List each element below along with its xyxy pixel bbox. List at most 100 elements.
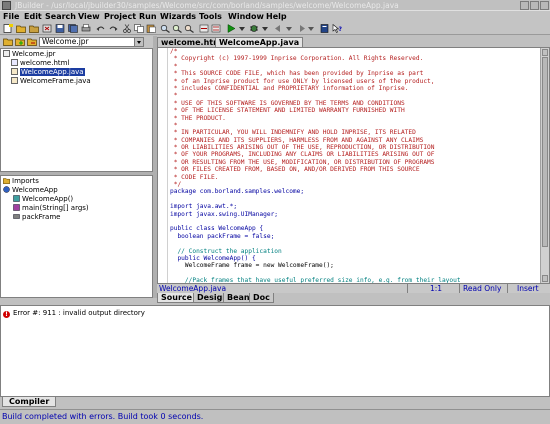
- scroll-thumb[interactable]: [542, 57, 548, 247]
- add-to-project-icon[interactable]: [15, 37, 25, 46]
- code-line[interactable]: * includes CONFIDENTIAL and PROPRIETARY …: [170, 85, 538, 92]
- menu-wizards[interactable]: Wizards: [160, 12, 196, 21]
- editor-gutter[interactable]: [158, 48, 168, 283]
- code-line[interactable]: //Pack frames that have useful preferred…: [170, 277, 538, 283]
- code-line[interactable]: import javax.swing.UIManager;: [170, 211, 538, 218]
- cut-icon[interactable]: [122, 24, 132, 33]
- structure-item-class[interactable]: WelcomeApp: [3, 186, 58, 195]
- close-icon[interactable]: [540, 1, 549, 10]
- code-line[interactable]: public class WelcomeApp {: [170, 225, 538, 232]
- tab-welcomeapp-java[interactable]: WelcomeApp.java: [215, 37, 304, 47]
- message-pane: ! Error #: 911 : invalid output directory: [0, 305, 550, 397]
- menu-project[interactable]: Project: [104, 12, 136, 21]
- app-icon[interactable]: [2, 1, 11, 10]
- find-again-icon[interactable]: [172, 24, 182, 33]
- code-line[interactable]: boolean packFrame = false;: [170, 233, 538, 240]
- paste-icon[interactable]: [146, 24, 156, 33]
- code-line[interactable]: [170, 240, 538, 247]
- debug-dropdown-icon[interactable]: [260, 24, 270, 33]
- project-selector[interactable]: Welcome.jpr: [39, 37, 144, 47]
- make-icon[interactable]: [199, 24, 209, 33]
- forward-icon[interactable]: [296, 24, 306, 33]
- maximize-icon[interactable]: [530, 1, 539, 10]
- forward-dropdown-icon[interactable]: [306, 24, 316, 33]
- context-help-icon[interactable]: ?: [332, 24, 342, 33]
- tree-item-welcomeapp-java[interactable]: WelcomeApp.java: [11, 68, 85, 77]
- open-project-icon[interactable]: [16, 24, 26, 33]
- tab-source[interactable]: Source: [157, 293, 197, 303]
- code-line[interactable]: public WelcomeApp() {: [170, 255, 538, 262]
- code-line[interactable]: * OF YOUR PROGRAMS, INCLUDING ANY CLAIMS…: [170, 151, 538, 158]
- menu-file[interactable]: File: [3, 12, 19, 21]
- rebuild-icon[interactable]: [211, 24, 221, 33]
- code-line[interactable]: * CODE FILE.: [170, 174, 538, 181]
- minimize-icon[interactable]: [520, 1, 529, 10]
- code-line[interactable]: WelcomeFrame frame = new WelcomeFrame();: [170, 262, 538, 269]
- structure-item-constructor[interactable]: WelcomeApp(): [13, 195, 73, 204]
- code-line[interactable]: * USE OF THIS SOFTWARE IS GOVERNED BY TH…: [170, 100, 538, 107]
- code-line[interactable]: // Construct the application: [170, 248, 538, 255]
- code-line[interactable]: [170, 218, 538, 225]
- code-line[interactable]: */: [170, 181, 538, 188]
- debug-icon[interactable]: [249, 24, 259, 33]
- replace-icon[interactable]: [184, 24, 194, 33]
- code-line[interactable]: * Copyright (c) 1997-1999 Inprise Corpor…: [170, 55, 538, 62]
- remove-from-project-icon[interactable]: [27, 37, 37, 46]
- reopen-icon[interactable]: [29, 24, 39, 33]
- save-icon[interactable]: [55, 24, 65, 33]
- close-file-icon[interactable]: [42, 24, 52, 33]
- copy-icon[interactable]: [134, 24, 144, 33]
- code-line[interactable]: * THE PRODUCT.: [170, 115, 538, 122]
- structure-item-field[interactable]: packFrame: [13, 213, 60, 222]
- code-line[interactable]: * OR RESULTING FROM THE USE, MODIFICATIO…: [170, 159, 538, 166]
- tree-item-welcomeframe-java[interactable]: WelcomeFrame.java: [11, 77, 91, 86]
- new-icon[interactable]: [3, 24, 13, 33]
- back-dropdown-icon[interactable]: [284, 24, 294, 33]
- code-line[interactable]: [170, 270, 538, 277]
- code-line[interactable]: * COMPANIES AND ITS SUPPLIERS, HARMLESS …: [170, 137, 538, 144]
- code-line[interactable]: *: [170, 63, 538, 70]
- code-line[interactable]: * OR LIABILITIES ARISING OUT OF THE USE,…: [170, 144, 538, 151]
- code-area[interactable]: /* * Copyright (c) 1997-1999 Inprise Cor…: [170, 48, 538, 283]
- menu-tools[interactable]: Tools: [199, 12, 222, 21]
- help-topics-icon[interactable]: [320, 24, 330, 33]
- vertical-scrollbar[interactable]: [540, 48, 549, 283]
- code-line[interactable]: [170, 196, 538, 203]
- scroll-down-icon[interactable]: [542, 275, 548, 282]
- run-icon[interactable]: [226, 24, 236, 33]
- code-line[interactable]: /*: [170, 48, 538, 55]
- code-line[interactable]: * IN PARTICULAR, YOU WILL INDEMNIFY AND …: [170, 129, 538, 136]
- code-line[interactable]: *: [170, 122, 538, 129]
- redo-icon[interactable]: [108, 24, 118, 33]
- message-error[interactable]: ! Error #: 911 : invalid output directory: [3, 309, 145, 318]
- menu-window[interactable]: Window: [228, 12, 264, 21]
- menu-edit[interactable]: Edit: [24, 12, 42, 21]
- tree-item-project[interactable]: Welcome.jpr: [3, 50, 56, 59]
- code-line[interactable]: *: [170, 92, 538, 99]
- back-icon[interactable]: [274, 24, 284, 33]
- save-all-icon[interactable]: [68, 24, 78, 33]
- chevron-down-icon[interactable]: [134, 38, 143, 46]
- code-line[interactable]: import java.awt.*;: [170, 203, 538, 210]
- undo-icon[interactable]: [96, 24, 106, 33]
- menu-run[interactable]: Run: [139, 12, 157, 21]
- scroll-up-icon[interactable]: [542, 49, 548, 56]
- structure-item-imports[interactable]: Imports: [3, 177, 39, 186]
- code-line[interactable]: * This SOURCE CODE FILE, which has been …: [170, 70, 538, 77]
- code-editor[interactable]: /* * Copyright (c) 1997-1999 Inprise Cor…: [157, 47, 550, 284]
- print-icon[interactable]: [81, 24, 91, 33]
- menu-view[interactable]: View: [78, 12, 100, 21]
- code-line[interactable]: * OR FILES CREATED FROM, BASED ON, AND/O…: [170, 166, 538, 173]
- open-folder-icon[interactable]: [3, 37, 13, 46]
- tab-doc[interactable]: Doc: [249, 293, 274, 303]
- tree-item-welcome-html[interactable]: welcome.html: [11, 59, 69, 68]
- code-line[interactable]: package com.borland.samples.welcome;: [170, 188, 538, 195]
- code-line[interactable]: * OF THE LICENSE STATEMENT AND LIMITED W…: [170, 107, 538, 114]
- run-dropdown-icon[interactable]: [237, 24, 247, 33]
- menu-search[interactable]: Search: [45, 12, 76, 21]
- find-icon[interactable]: [160, 24, 170, 33]
- code-line[interactable]: * of an Inprise product for use ONLY by …: [170, 78, 538, 85]
- tab-compiler[interactable]: Compiler: [2, 397, 57, 407]
- menu-help[interactable]: Help: [266, 12, 287, 21]
- structure-item-main-method[interactable]: main(String[] args): [13, 204, 89, 213]
